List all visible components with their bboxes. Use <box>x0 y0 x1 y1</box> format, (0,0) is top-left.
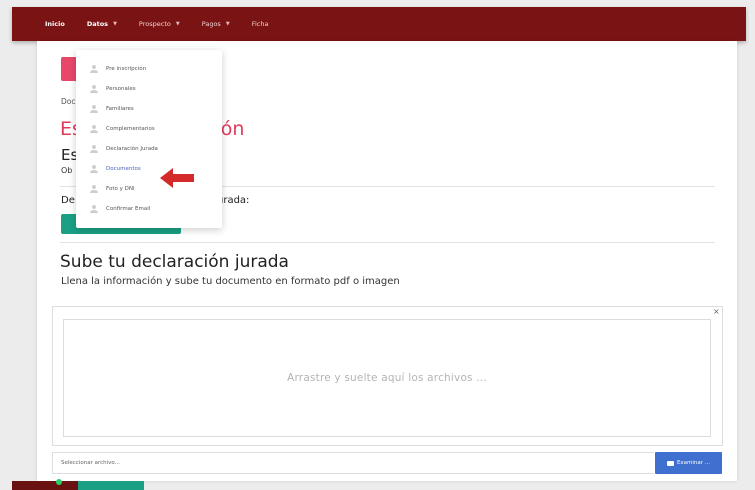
top-navbar: Inicio Datos ▼ Prospecto ▼ Pagos ▼ Ficha <box>12 7 746 41</box>
footer-tab <box>12 481 78 490</box>
menu-item-pre-inscripcion[interactable]: Pre inscripción <box>76 59 222 79</box>
menu-item-confirmar-email[interactable]: Confirmar Email <box>76 199 222 219</box>
user-icon <box>90 105 98 113</box>
nav-ficha[interactable]: Ficha <box>252 20 269 28</box>
user-icon <box>90 125 98 133</box>
user-icon <box>90 145 98 153</box>
menu-item-familiares[interactable]: Familiares <box>76 99 222 119</box>
close-icon[interactable]: × <box>713 307 720 316</box>
chevron-down-icon: ▼ <box>113 21 117 27</box>
datos-dropdown-menu: Pre inscripción Personales Familiares Co… <box>76 50 222 228</box>
declaration-label: De <box>61 195 75 206</box>
page-note: Ob <box>61 166 73 175</box>
nav-prospecto[interactable]: Prospecto ▼ <box>139 20 180 28</box>
nav-pagos[interactable]: Pagos ▼ <box>202 20 230 28</box>
footer-green-button[interactable] <box>78 481 144 490</box>
nav-datos[interactable]: Datos ▼ <box>87 20 117 28</box>
user-icon <box>90 185 98 193</box>
chevron-down-icon: ▼ <box>175 21 180 27</box>
menu-item-complementarios[interactable]: Complementarios <box>76 119 222 139</box>
user-icon <box>90 165 98 173</box>
status-dot-icon <box>56 479 62 485</box>
section-subtitle: Llena la información y sube tu documento… <box>61 276 400 287</box>
divider <box>60 242 715 243</box>
menu-item-documentos[interactable]: Documentos <box>76 159 222 179</box>
file-name-input[interactable]: Seleccionar archivo... <box>52 452 654 474</box>
browse-button[interactable]: Examinar ... <box>655 452 722 474</box>
drop-zone[interactable]: Arrastre y suelte aquí los archivos ... <box>63 319 711 437</box>
section-title: Sube tu declaración jurada <box>60 252 289 272</box>
breadcrumb: Doc <box>61 97 76 106</box>
chevron-down-icon: ▼ <box>225 21 230 27</box>
menu-item-declaracion-jurada[interactable]: Declaración Jurada <box>76 139 222 159</box>
menu-item-personales[interactable]: Personales <box>76 79 222 99</box>
nav-inicio[interactable]: Inicio <box>45 20 65 28</box>
folder-icon <box>666 460 674 466</box>
drop-zone-text: Arrastre y suelte aquí los archivos ... <box>287 372 487 384</box>
user-icon <box>90 85 98 93</box>
user-icon <box>90 65 98 73</box>
annotation-arrow-icon <box>160 168 194 188</box>
menu-item-foto-dni[interactable]: Foto y DNI <box>76 179 222 199</box>
user-icon <box>90 205 98 213</box>
